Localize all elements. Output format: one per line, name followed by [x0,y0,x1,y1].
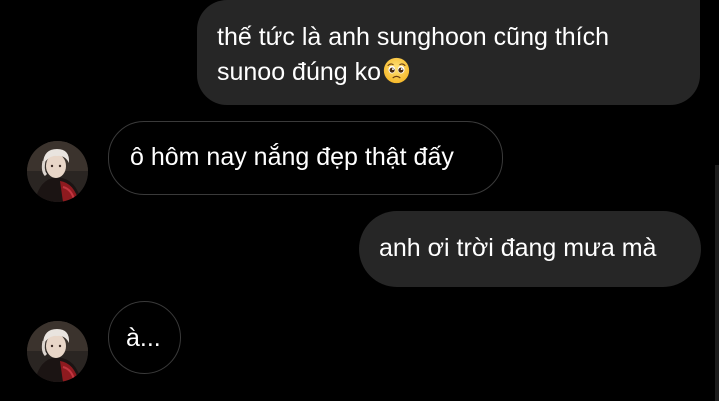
received-message-bubble[interactable]: à... [108,301,181,374]
message-text: sunoo đúng ko [217,58,382,86]
contact-avatar[interactable] [27,321,88,382]
sent-message-bubble[interactable]: thế tức là anh sunghoon cũng thích sunoo… [197,0,700,105]
received-message-bubble[interactable]: ô hôm nay nắng đẹp thật đấy [108,121,503,195]
message-text: à... [126,324,161,352]
pleading-face-emoji-icon [383,57,410,84]
message-text: ô hôm nay nắng đẹp thật đấy [130,143,454,171]
avatar-photo [27,141,88,202]
sent-message-bubble[interactable]: anh ơi trời đang mưa mà [359,211,701,287]
message-text: anh ơi trời đang mưa mà [379,234,657,262]
message-text: thế tức là anh sunghoon cũng thích [217,23,610,51]
contact-avatar[interactable] [27,141,88,202]
scrollbar-track[interactable] [715,165,719,401]
avatar-photo [27,321,88,382]
